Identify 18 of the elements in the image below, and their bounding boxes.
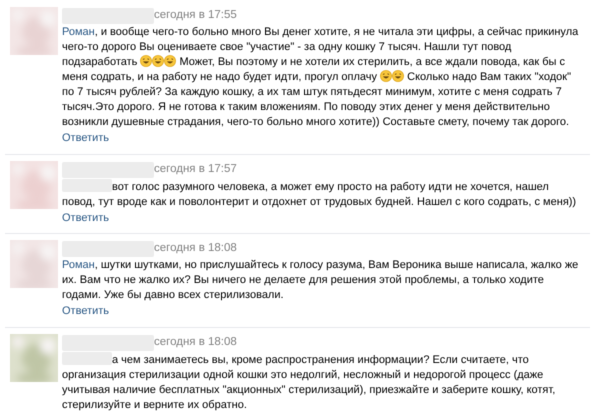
- laughing-emoji-icon: [164, 55, 176, 67]
- reply-link[interactable]: Ответить: [62, 130, 110, 146]
- comment-time: сегодня в 18:08: [154, 334, 237, 350]
- comment-time: сегодня в 18:08: [154, 241, 237, 256]
- comment-text: Роман, шутки шутками, но прислушайтесь к голосу разума, Вам Вероника выше написала, жалко же их. Вам что не жалко их? Вы ничего не делаете для решения этой проблемы, а только ходите годами. Уже бы давно всех стерилизовали.: [62, 258, 580, 303]
- mention-link[interactable]: Роман: [62, 259, 95, 271]
- comment-time: сегодня в 17:57: [154, 162, 237, 177]
- laughing-emoji-icon: [140, 55, 152, 67]
- comment-time: сегодня в 17:55: [154, 8, 237, 24]
- laughing-emoji-icon: [380, 70, 392, 82]
- laughing-emoji-icon: [152, 55, 164, 67]
- mention-link[interactable]: Роман: [62, 26, 95, 38]
- comment-text: Роман, и вообще чего-то больно много Вы денег хотите, я не читала эти цифры, а сейчас прикинула чего-то дорого Вы оцениваете свое "участие" - за одну кошку 7 тысяч. Нашли тут повод подзаработать Может, Вы поэтому и не хотели их стерилить, а все ждали повода, как бы с меня содрать, и на работу не надо будет идти, прогул оплачу Сколько надо Вам таких "ходок" по 7 тысяч рублей? За каждую кошку, а их там штук пятьдесят минимум, хотите с меня содрать 7 тысяч.Это дорого. Я не готова к таким вложениям. По поводу этих денег у меня действительно возникли душевные страдания, чего-то больно много хотите)) Составьте смету, почему так дорого.: [62, 25, 580, 130]
- comment-text: а чем занимаетесь вы, кроме распространения информации? Если считаете, что организация стерилизации одной кошки это недолгий, несложный и недорогой процесс (даже учитывая наличие бесплатных "акционных" стерилизаций), приезжайте и заберите кошку, котят, стерилизуйте и верните их обратно.: [62, 352, 556, 412]
- reply-link[interactable]: Ответить: [62, 303, 110, 320]
- reply-link[interactable]: Ответить: [62, 210, 110, 226]
- comment-text: вот голос разумного человека, а может ему просто на работу идти не хочется, нашел повод, тут вроде как и поволонтерит и отдохнет от трудовых будней. Нашел с кого содрать, с меня)): [62, 178, 578, 210]
- laughing-emoji-icon: [392, 70, 404, 82]
